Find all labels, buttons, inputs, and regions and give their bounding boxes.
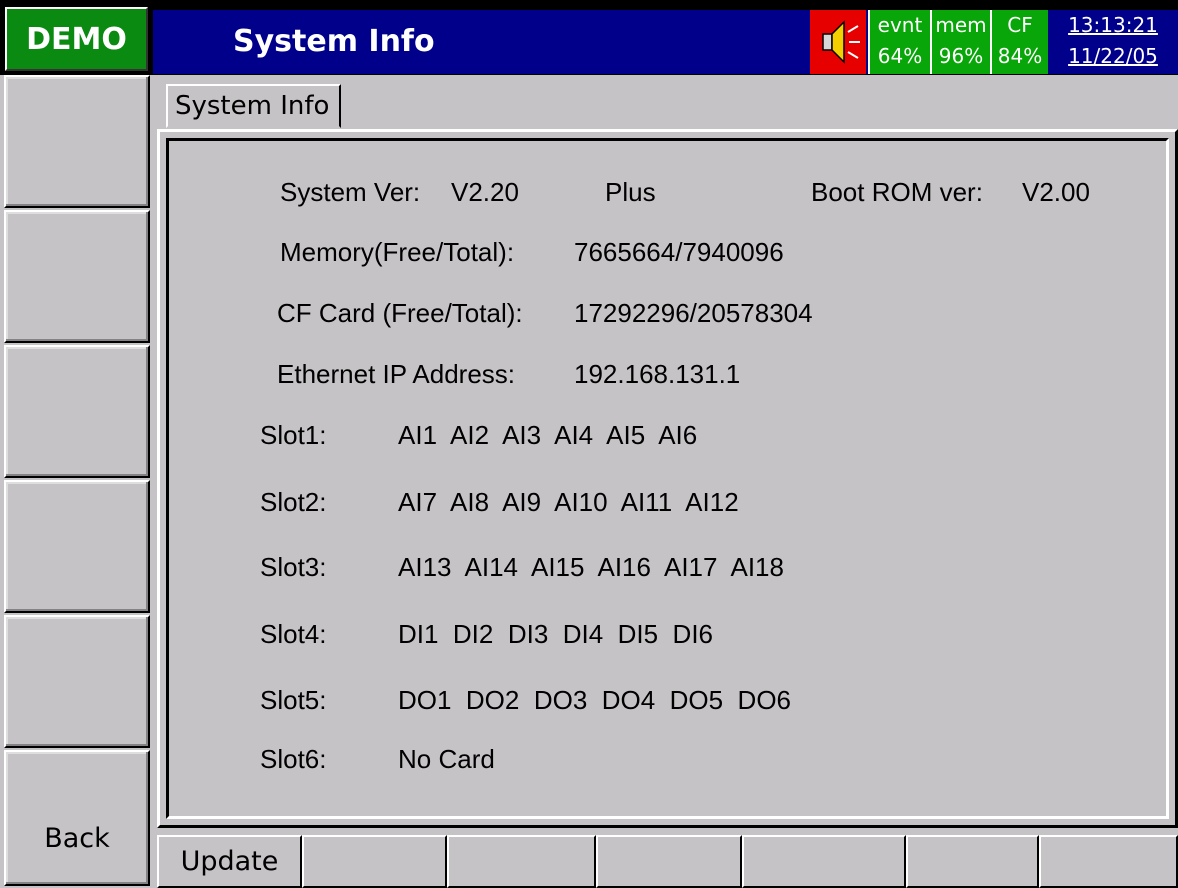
slot-label: Slot6: [260,744,327,774]
event-value: 64% [877,44,923,68]
boot-rom-label: Boot ROM ver: [811,177,983,207]
memory-value: 96% [938,44,984,68]
function-key-3[interactable] [447,835,596,888]
header-bar: DEMO System Info evnt 64% mem 96% CF 84%… [0,0,1178,75]
slot-value: DI1 DI2 DI3 DI4 DI5 DI6 [398,619,713,649]
slot-value: AI7 AI8 AI9 AI10 AI11 AI12 [398,487,739,517]
edition-value: Plus [605,177,656,207]
clock: 13:13:21 11/22/05 [1048,10,1178,74]
slot-value: No Card [398,744,495,774]
ip-address-value: 192.168.131.1 [574,359,741,389]
softkey-3[interactable] [4,345,150,478]
ip-address-label: Ethernet IP Address: [277,359,515,389]
memory-label: mem [935,13,987,37]
boot-rom-value: V2.00 [1022,177,1090,207]
event-usage-indicator: evnt 64% [868,10,930,74]
clock-time: 13:13:21 [1068,13,1158,37]
slot-label: Slot2: [260,487,327,517]
update-button[interactable]: Update [157,835,302,888]
cf-card-value: 17292296/20578304 [574,298,813,328]
slot-label: Slot5: [260,685,327,715]
function-key-6[interactable] [906,835,1039,888]
tab-system-info[interactable]: System Info [166,84,341,128]
softkey-2[interactable] [4,210,150,343]
function-key-2[interactable] [302,835,447,888]
function-key-5[interactable] [742,835,906,888]
cf-value: 84% [997,44,1043,68]
slot-value: DO1 DO2 DO3 DO4 DO5 DO6 [398,685,791,715]
system-ver-value: V2.20 [451,177,519,207]
memory-usage-indicator: mem 96% [930,10,990,74]
memory-value: 7665664/7940096 [574,237,784,267]
slot-label: Slot3: [260,552,327,582]
slot-value: AI1 AI2 AI3 AI4 AI5 AI6 [398,420,698,450]
softkey-1[interactable] [4,75,150,208]
function-key-4[interactable] [596,835,742,888]
slot-label: Slot1: [260,420,327,450]
page-title: System Info [233,24,435,59]
cf-label: CF [1007,13,1033,37]
softkey-5[interactable] [4,615,150,748]
function-key-7[interactable] [1039,835,1178,888]
title-bar: System Info evnt 64% mem 96% CF 84% 13:1… [153,10,1178,74]
slot-label: Slot4: [260,619,327,649]
clock-date: 11/22/05 [1068,44,1158,68]
system-info-panel: System Ver: V2.20 Plus Boot ROM ver: V2.… [157,129,1178,828]
back-button[interactable]: Back [4,750,150,886]
slot-value: AI13 AI14 AI15 AI16 AI17 AI18 [398,552,784,582]
softkey-4[interactable] [4,480,150,613]
demo-badge: DEMO [5,7,148,71]
speaker-alarm-icon[interactable] [810,10,866,74]
system-ver-label: System Ver: [280,177,421,207]
cf-usage-indicator: CF 84% [990,10,1048,74]
memory-label: Memory(Free/Total): [280,237,515,267]
cf-card-label: CF Card (Free/Total): [277,298,523,328]
event-label: evnt [877,13,923,37]
